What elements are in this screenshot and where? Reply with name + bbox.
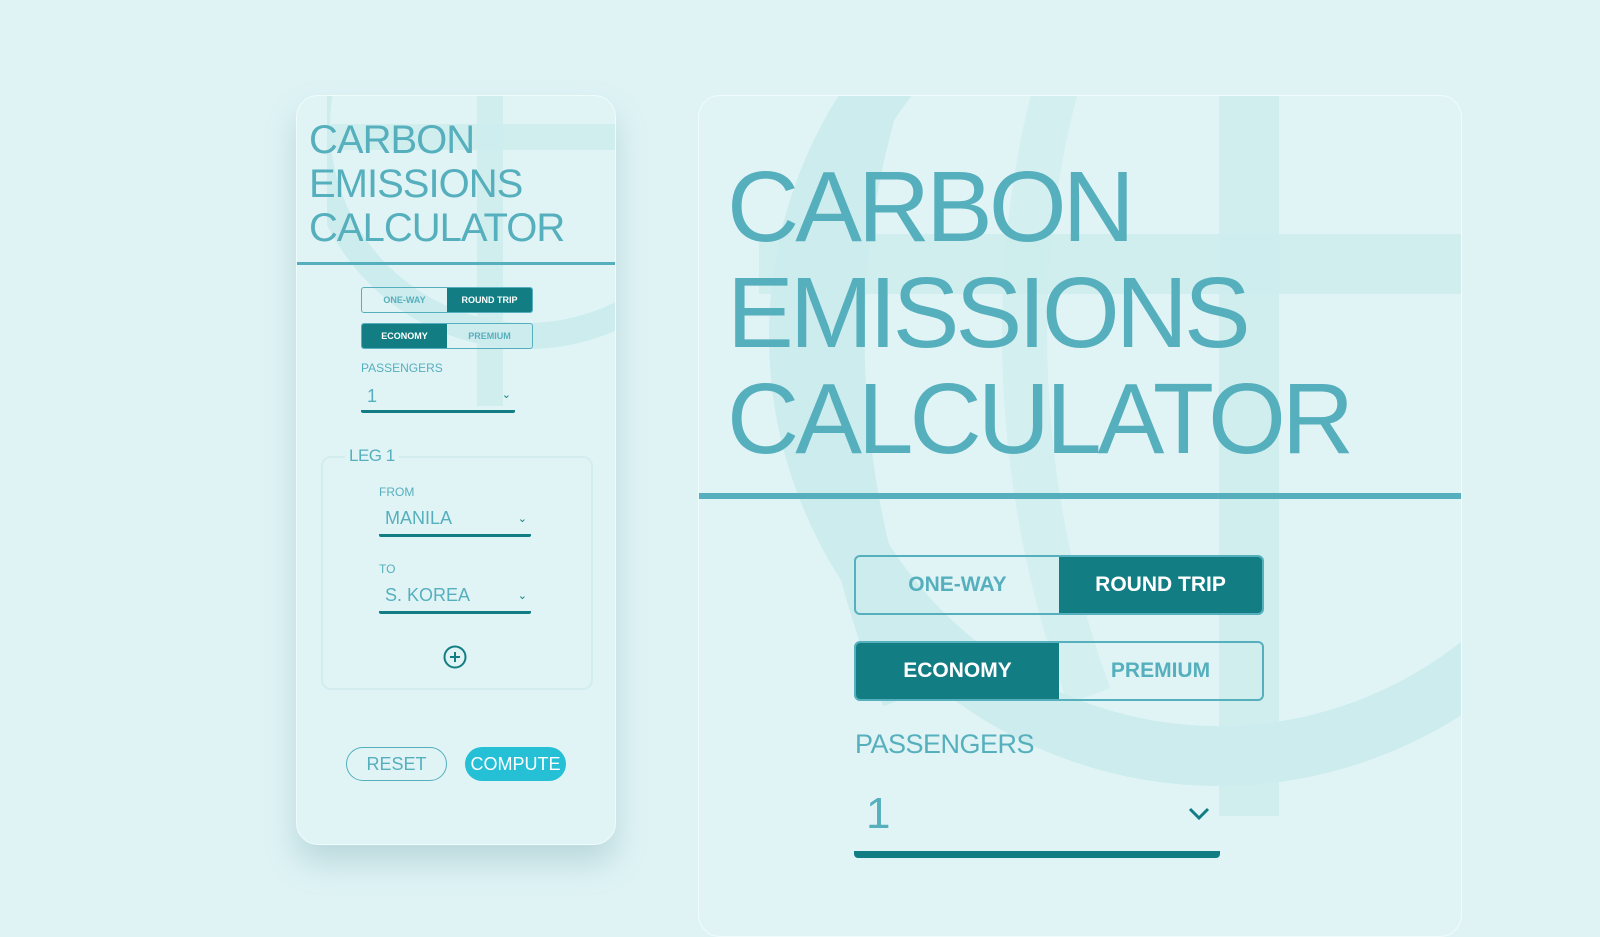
premium-option[interactable]: PREMIUM xyxy=(1059,643,1262,699)
page-title: CARBON EMISSIONS CALCULATOR xyxy=(309,118,565,250)
plus-circle-icon xyxy=(443,645,467,669)
cabin-class-toggle: ECONOMY PREMIUM xyxy=(361,323,533,349)
title-line: CALCULATOR xyxy=(309,206,565,250)
premium-option[interactable]: PREMIUM xyxy=(447,324,532,348)
passengers-label: PASSENGERS xyxy=(361,361,443,375)
from-value: MANILA xyxy=(385,508,453,528)
add-leg-button[interactable] xyxy=(443,645,467,669)
to-value: S. KOREA xyxy=(385,585,471,605)
to-label: TO xyxy=(379,562,396,576)
from-label: FROM xyxy=(379,485,415,499)
title-divider xyxy=(297,262,615,265)
reset-button[interactable]: RESET xyxy=(346,747,447,781)
leg-title: LEG 1 xyxy=(345,446,399,466)
leg-panel: LEG 1 FROM MANILA ⌄ TO S. KOREA ⌄ xyxy=(321,446,593,690)
passengers-value: 1 xyxy=(367,386,378,406)
chevron-down-icon: ⌄ xyxy=(517,513,527,525)
page-title: CARBON EMISSIONS CALCULATOR xyxy=(727,151,1354,475)
from-select[interactable]: MANILA ⌄ xyxy=(379,504,531,537)
title-line: EMISSIONS xyxy=(727,257,1251,369)
title-line: CALCULATOR xyxy=(727,363,1354,475)
round-trip-option[interactable]: ROUND TRIP xyxy=(1059,557,1262,613)
passengers-label: PASSENGERS xyxy=(855,729,1035,759)
trip-type-toggle: ONE-WAY ROUND TRIP xyxy=(854,555,1264,615)
chevron-down-icon: ⌄ xyxy=(517,590,527,602)
mobile-calculator-card: CARBON EMISSIONS CALCULATOR ONE-WAY ROUN… xyxy=(296,95,616,845)
passengers-select[interactable]: 1 xyxy=(854,781,1220,858)
one-way-option[interactable]: ONE-WAY xyxy=(856,557,1059,613)
round-trip-option[interactable]: ROUND TRIP xyxy=(447,288,532,312)
to-select[interactable]: S. KOREA ⌄ xyxy=(379,581,531,614)
passengers-value: 1 xyxy=(866,789,891,838)
title-line: CARBON xyxy=(309,118,475,162)
title-divider xyxy=(699,493,1461,499)
chevron-down-icon: ⌄ xyxy=(501,389,511,401)
trip-type-toggle: ONE-WAY ROUND TRIP xyxy=(361,287,533,313)
one-way-option[interactable]: ONE-WAY xyxy=(362,288,447,312)
title-line: EMISSIONS xyxy=(309,162,523,206)
cabin-class-toggle: ECONOMY PREMIUM xyxy=(854,641,1264,701)
chevron-down-icon xyxy=(1188,801,1210,827)
economy-option[interactable]: ECONOMY xyxy=(362,324,447,348)
economy-option[interactable]: ECONOMY xyxy=(856,643,1059,699)
desktop-calculator-card: CARBON EMISSIONS CALCULATOR ONE-WAY ROUN… xyxy=(698,95,1462,937)
compute-button[interactable]: COMPUTE xyxy=(465,747,566,781)
title-line: CARBON xyxy=(727,151,1135,263)
passengers-select[interactable]: 1 ⌄ xyxy=(361,380,515,413)
